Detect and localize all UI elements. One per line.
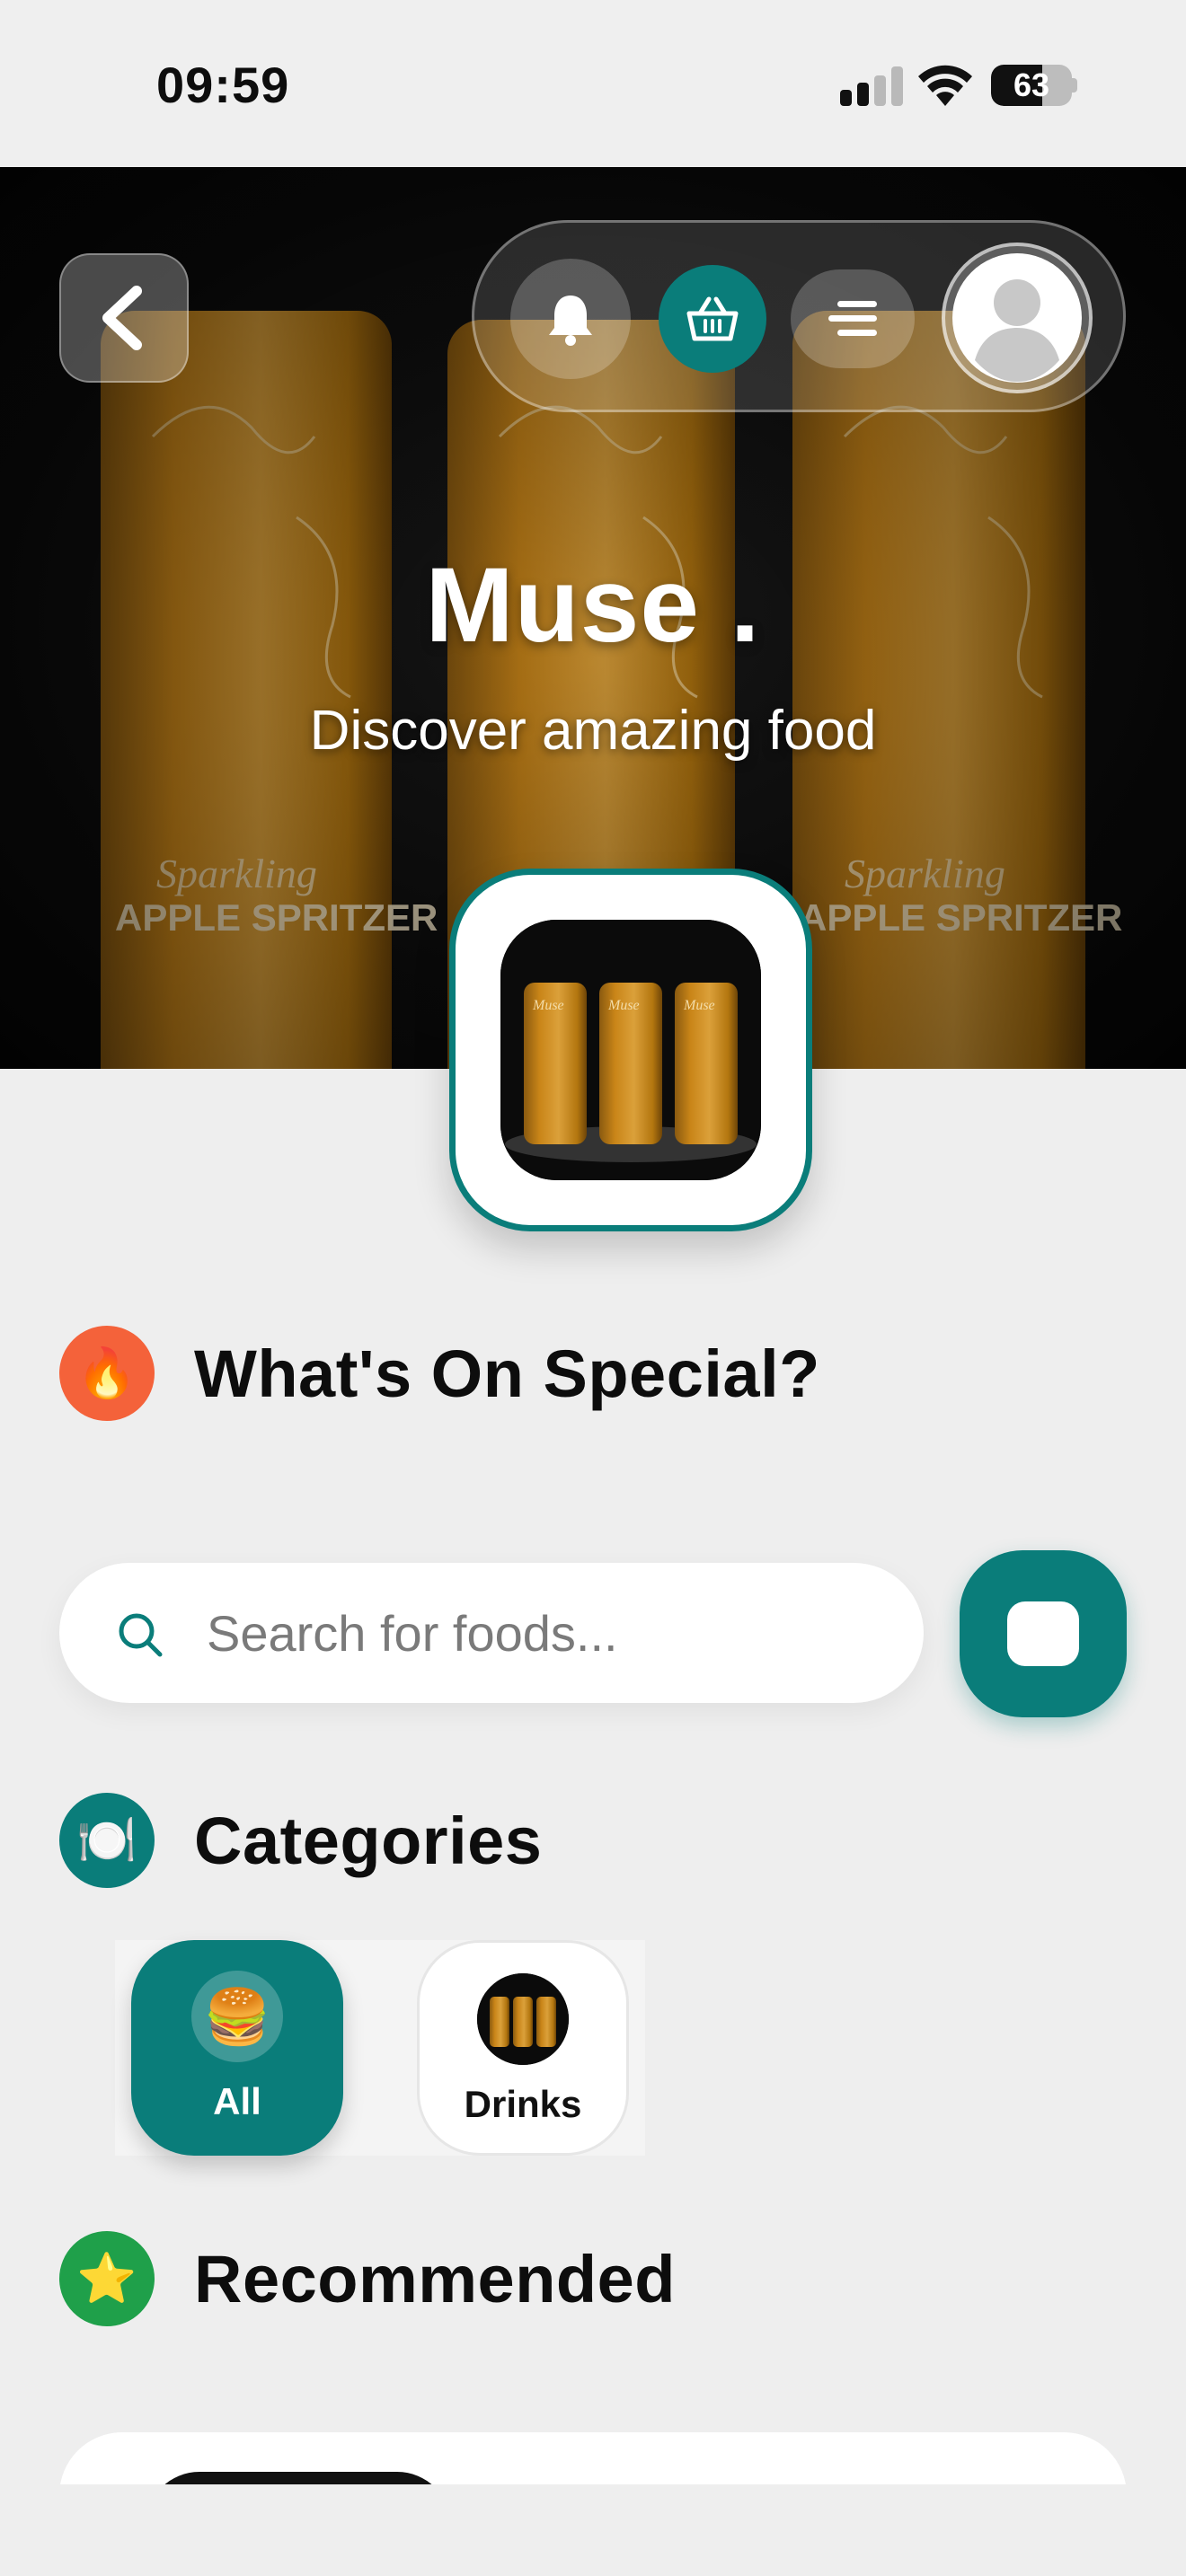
category-chip-all[interactable]: 🍔 All: [131, 1940, 343, 2156]
special-section-header: 🔥 What's On Special?: [59, 1326, 820, 1421]
cellular-signal-icon: [840, 66, 903, 106]
basket-button[interactable]: [659, 265, 766, 373]
hero-title: Muse .: [425, 546, 761, 665]
store-logo-image: Muse Muse Muse: [500, 920, 761, 1180]
plate-icon: 🍽️: [59, 1793, 155, 1888]
search-bar[interactable]: [59, 1563, 924, 1703]
battery-icon: 63: [991, 65, 1077, 106]
svg-text:Muse: Muse: [532, 998, 564, 1013]
menu-icon: [828, 301, 877, 336]
store-logo-card: Muse Muse Muse: [449, 869, 812, 1231]
header-action-bar: [472, 220, 1126, 412]
search-icon: [119, 1613, 163, 1657]
star-icon: ⭐: [59, 2231, 155, 2326]
category-label: All: [213, 2080, 261, 2122]
svg-text:Muse: Muse: [683, 998, 715, 1013]
drinks-thumbnail: [477, 1973, 569, 2065]
hero-subtitle: Discover amazing food: [309, 700, 877, 762]
menu-button[interactable]: [791, 269, 915, 368]
basket-icon: [686, 296, 739, 341]
categories-section-title: Categories: [194, 1803, 543, 1878]
category-label: Drinks: [464, 2083, 582, 2125]
notifications-button[interactable]: [510, 259, 631, 379]
profile-avatar-button[interactable]: [942, 243, 1093, 393]
battery-level: 63: [1013, 66, 1050, 103]
chevron-left-icon: [102, 286, 142, 350]
svg-text:Muse: Muse: [607, 998, 640, 1013]
status-time: 09:59: [156, 57, 290, 113]
search-input[interactable]: [207, 1563, 890, 1703]
user-avatar-icon: [952, 253, 1082, 383]
recommended-section-title: Recommended: [194, 2241, 676, 2316]
category-chip-drinks[interactable]: Drinks: [417, 1940, 629, 2156]
filter-icon: [1007, 1601, 1079, 1666]
fire-icon: 🔥: [59, 1326, 155, 1421]
wifi-icon: [918, 65, 972, 106]
filter-button[interactable]: [960, 1550, 1127, 1717]
back-button[interactable]: [59, 253, 189, 383]
categories-section-header: 🍽️ Categories: [59, 1793, 542, 1888]
status-bar: 09:59 63: [0, 0, 1186, 167]
special-section-title: What's On Special?: [194, 1336, 820, 1411]
recommended-section-header: ⭐ Recommended: [59, 2231, 676, 2326]
bell-icon: [549, 296, 592, 346]
burger-icon: 🍔: [191, 1971, 283, 2062]
